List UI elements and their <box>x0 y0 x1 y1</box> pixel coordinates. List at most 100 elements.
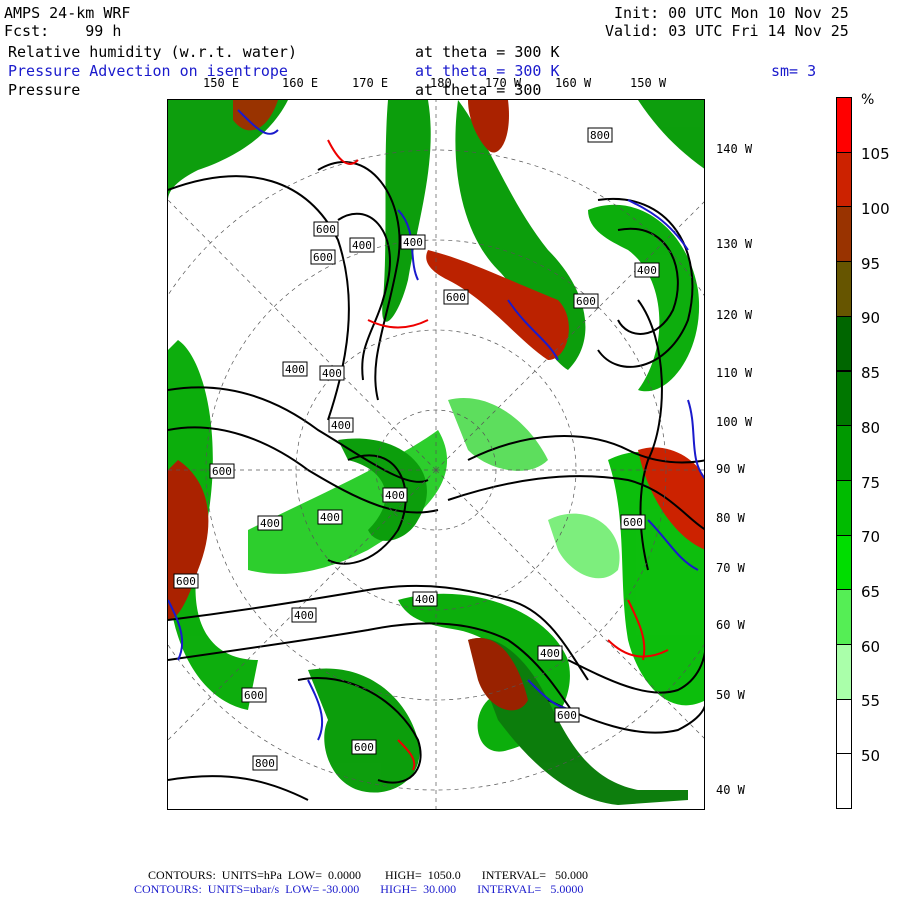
fcst-label: Fcst: <box>4 22 50 40</box>
svg-text:400: 400 <box>294 609 314 622</box>
contour-label: 400 <box>282 361 308 377</box>
humidity-band <box>638 100 704 169</box>
legend-swatch <box>836 534 852 591</box>
legend-label: 90 <box>861 309 881 327</box>
svg-text:600: 600 <box>446 291 466 304</box>
lon-label-top: 150 E <box>203 76 240 90</box>
humidity-band <box>548 513 620 579</box>
field1-name: Relative humidity (w.r.t. water) <box>8 43 297 61</box>
contour-label: 400 <box>317 509 343 525</box>
legend-swatch <box>836 644 852 700</box>
contour-label: 600 <box>313 221 339 237</box>
svg-text:400: 400 <box>320 511 340 524</box>
contour-label: 400 <box>634 262 660 278</box>
lon-label-top: 150 W <box>630 76 667 90</box>
svg-text:600: 600 <box>316 223 336 236</box>
lon-label-right: 50 W <box>716 688 745 702</box>
model-title: AMPS 24-km WRF <box>4 4 131 22</box>
field1-level: at theta = 300 K <box>415 43 560 61</box>
svg-text:600: 600 <box>354 741 374 754</box>
legend-swatch <box>836 698 852 755</box>
contour-info-pressure: CONTOURS: UNITS=hPa LOW= 0.0000 HIGH= 10… <box>148 868 588 882</box>
forecast-hour: Fcst: 99 h <box>4 22 121 40</box>
contour-label: 400 <box>349 237 375 253</box>
legend-label: 105 <box>861 145 890 163</box>
svg-text:600: 600 <box>176 575 196 588</box>
contour-label: 600 <box>443 289 469 305</box>
svg-text:600: 600 <box>557 709 577 722</box>
svg-text:400: 400 <box>260 517 280 530</box>
legend-label: 50 <box>861 747 881 765</box>
lon-label-right: 80 W <box>716 511 745 525</box>
pressure-contour <box>168 775 309 801</box>
contour-label: 600 <box>554 707 580 723</box>
legend-swatch <box>836 315 852 372</box>
contour-label: 400 <box>319 365 345 381</box>
legend-swatch <box>836 261 852 317</box>
contour-label: 400 <box>412 591 438 607</box>
lon-label-right: 120 W <box>716 308 753 322</box>
smoothing-label: sm= 3 <box>771 62 817 80</box>
contour-label: 600 <box>620 514 646 530</box>
svg-text:400: 400 <box>352 239 372 252</box>
humidity-band <box>588 204 700 392</box>
field3-name: Pressure <box>8 81 81 99</box>
svg-text:400: 400 <box>322 367 342 380</box>
advection-contour <box>327 139 359 165</box>
contour-label: 600 <box>573 293 599 309</box>
legend-label: 75 <box>861 474 881 492</box>
legend-label: 80 <box>861 419 881 437</box>
lon-label-top: 170 E <box>352 76 389 90</box>
contour-label: 400 <box>382 487 408 503</box>
lon-label-top: 160 W <box>555 76 592 90</box>
lon-label-top: 170 W <box>485 76 522 90</box>
contour-label: 400 <box>328 417 354 433</box>
contour-label: 800 <box>252 755 278 771</box>
legend-swatch <box>836 589 852 645</box>
map-svg: 600 600 400 400 400 400 400 600 800 600 … <box>168 100 704 809</box>
humidity-band <box>448 398 548 471</box>
humidity-band <box>308 668 420 793</box>
lon-label-top: 160 E <box>282 76 319 90</box>
init-time: Init: 00 UTC Mon 10 Nov 25 <box>614 4 849 22</box>
svg-text:600: 600 <box>212 465 232 478</box>
fcst-value: 99 h <box>85 22 122 40</box>
legend-swatch <box>836 370 852 427</box>
lon-label-right: 60 W <box>716 618 745 632</box>
legend-label: 100 <box>861 200 890 218</box>
humidity-band <box>382 100 431 322</box>
legend-label: 85 <box>861 364 881 382</box>
legend-swatch <box>836 479 852 536</box>
legend-label: 60 <box>861 638 881 656</box>
svg-text:800: 800 <box>255 757 275 770</box>
legend-swatch <box>836 206 852 263</box>
contour-label: 800 <box>587 127 613 143</box>
legend-swatch <box>836 753 852 810</box>
svg-text:400: 400 <box>285 363 305 376</box>
lon-label-right: 90 W <box>716 462 745 476</box>
svg-text:600: 600 <box>576 295 596 308</box>
lon-label-top: 180 <box>430 76 452 90</box>
contour-label: 600 <box>241 687 267 703</box>
legend-unit: % <box>861 92 875 108</box>
lon-label-right: 70 W <box>716 561 745 575</box>
svg-text:400: 400 <box>403 236 423 249</box>
svg-text:400: 400 <box>385 489 405 502</box>
lon-label-right: 100 W <box>716 415 753 429</box>
lon-label-right: 140 W <box>716 142 753 156</box>
svg-text:800: 800 <box>590 129 610 142</box>
contour-label: 400 <box>400 234 426 250</box>
svg-text:400: 400 <box>331 419 351 432</box>
contour-label: 600 <box>209 463 235 479</box>
valid-time: Valid: 03 UTC Fri 14 Nov 25 <box>605 22 849 40</box>
legend-label: 65 <box>861 583 881 601</box>
svg-text:400: 400 <box>415 593 435 606</box>
contour-info-advection: CONTOURS: UNITS=ubar/s LOW= -30.000 HIGH… <box>134 882 584 896</box>
legend-swatch <box>836 425 852 481</box>
map-panel: 600 600 400 400 400 400 400 600 800 600 … <box>167 99 705 810</box>
legend-label: 95 <box>861 255 881 273</box>
legend-label: 55 <box>861 692 881 710</box>
lon-label-right: 110 W <box>716 366 753 380</box>
contour-label: 600 <box>351 739 377 755</box>
legend-swatch <box>836 151 852 208</box>
